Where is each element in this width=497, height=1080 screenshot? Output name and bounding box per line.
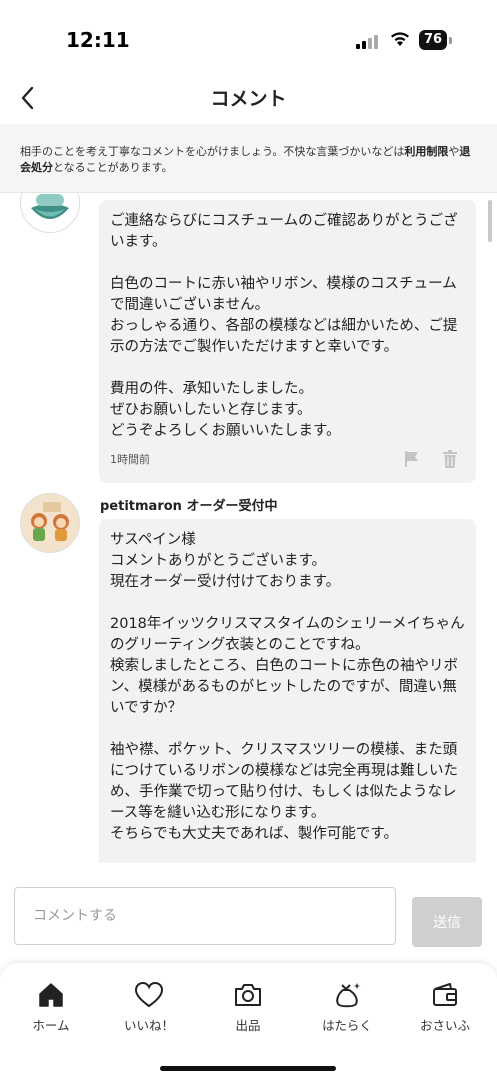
tab-label: おさいふ	[419, 1018, 470, 1033]
tab-wallet[interactable]: おさいふ	[400, 981, 490, 1041]
tab-sell[interactable]: 出品	[203, 981, 293, 1041]
tab-label: はたらく	[322, 1018, 372, 1033]
battery-tip	[449, 37, 452, 44]
usage-restriction-text: 利用制限	[404, 145, 449, 158]
flag-icon	[405, 451, 418, 467]
status-bar: 12:11 76	[0, 0, 497, 80]
avatar[interactable]	[20, 493, 80, 553]
battery-indicator: 76	[419, 30, 447, 50]
notice-text-part: となることがあります。	[53, 161, 173, 174]
wallet-icon	[433, 983, 457, 1006]
send-button[interactable]: 送信	[412, 897, 482, 947]
delete-button[interactable]	[440, 449, 460, 469]
home-icon	[39, 983, 63, 1007]
comment-bubble: ご連絡ならびにコスチュームのご確認ありがとうございます。 白色のコートに赤い袖や…	[99, 200, 476, 483]
comment-input[interactable]	[14, 887, 396, 945]
notice-text-part: や	[448, 145, 460, 158]
comment-bubble: サスペイン様 コメントありがとうございます。 現在オーダー受け付けております。 …	[99, 519, 476, 863]
scrollbar[interactable]	[488, 200, 492, 242]
tab-home[interactable]: ホーム	[6, 981, 96, 1041]
comment-input-area: 送信	[0, 870, 497, 960]
trash-icon	[443, 450, 457, 468]
money-bag-icon	[336, 983, 361, 1008]
comment-text: ご連絡ならびにコスチュームのご確認ありがとうございます。 白色のコートに赤い袖や…	[110, 213, 458, 439]
page-title: コメント	[210, 88, 287, 110]
report-button[interactable]	[402, 449, 422, 469]
comment-text: サスペイン様 コメントありがとうございます。 現在オーダー受け付けております。 …	[110, 532, 465, 842]
notice-text-part: 相手のことを考え丁寧なコメントを心がけましょう。不快な言葉づかいなどは	[20, 145, 405, 158]
camera-icon	[235, 984, 261, 1006]
comment-guideline-notice: 相手のことを考え丁寧なコメントを心がけましょう。不快な言葉づかいなどは利用制限や…	[0, 124, 497, 193]
shop-avatar-image	[21, 494, 79, 552]
cellular-signal-icon	[356, 33, 380, 49]
wifi-icon	[391, 32, 409, 46]
comment-timestamp: 1時間前	[110, 453, 150, 466]
tab-label: 出品	[235, 1018, 261, 1033]
heart-icon	[134, 981, 164, 1008]
tab-label: ホーム	[32, 1018, 70, 1033]
notice-text: 相手のことを考え丁寧なコメントを心がけましょう。不快な言葉づかいなどは利用制限や…	[20, 144, 480, 176]
comment-list[interactable]: ご連絡ならびにコスチュームのご確認ありがとうございます。 白色のコートに赤い袖や…	[0, 193, 497, 863]
tab-label: いいね！	[123, 1018, 174, 1033]
status-time: 12:11	[66, 28, 130, 52]
home-indicator	[160, 1066, 336, 1071]
user-avatar-image	[21, 193, 79, 232]
tab-work[interactable]: はたらく	[302, 981, 392, 1041]
navigation-bar: コメント	[0, 72, 497, 122]
tab-likes[interactable]: いいね！	[104, 981, 194, 1041]
tab-bar: ホーム いいね！ 出品 はたらく おさいふ	[0, 963, 497, 1080]
comment-author[interactable]: petitmaron オーダー受付中	[100, 495, 277, 514]
avatar[interactable]	[20, 193, 80, 233]
